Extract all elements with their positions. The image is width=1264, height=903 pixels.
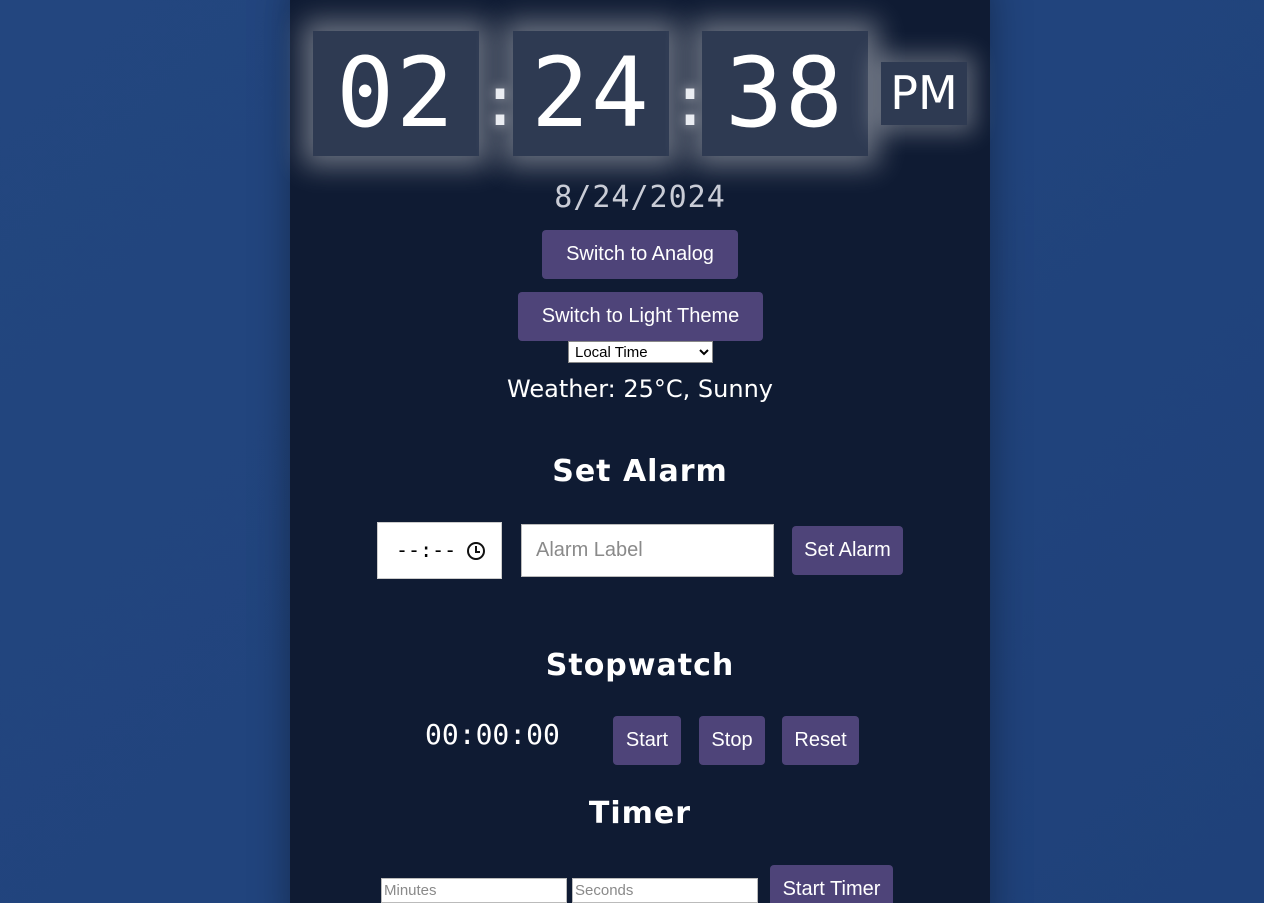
- clock-ampm: PM: [881, 62, 967, 125]
- switch-to-analog-button[interactable]: Switch to Analog: [542, 230, 738, 279]
- clock-seconds: 38: [702, 31, 868, 156]
- clock-hours: 02: [313, 31, 479, 156]
- set-alarm-button[interactable]: Set Alarm: [792, 526, 903, 575]
- start-timer-button[interactable]: Start Timer: [770, 865, 893, 903]
- stopwatch-display: 00:00:00: [425, 718, 560, 751]
- clock-minutes: 24: [513, 31, 669, 156]
- switch-theme-button[interactable]: Switch to Light Theme: [518, 292, 763, 341]
- stopwatch-reset-button[interactable]: Reset: [782, 716, 859, 765]
- timer-minutes-input[interactable]: [381, 878, 567, 903]
- set-alarm-title: Set Alarm: [552, 454, 728, 489]
- current-date: 8/24/2024: [554, 180, 726, 215]
- clock-icon[interactable]: [467, 542, 485, 560]
- clock-separator: :: [479, 60, 522, 142]
- timer-title: Timer: [588, 796, 692, 831]
- timezone-select[interactable]: Local Time: [568, 341, 713, 363]
- timer-seconds-input[interactable]: [572, 878, 758, 903]
- weather-info: Weather: 25°C, Sunny: [507, 375, 773, 403]
- stopwatch-title: Stopwatch: [545, 648, 735, 683]
- stopwatch-start-button[interactable]: Start: [613, 716, 681, 765]
- alarm-time-placeholder: --:--: [396, 538, 457, 562]
- alarm-time-input[interactable]: --:--: [377, 522, 502, 579]
- clock-separator: :: [669, 60, 712, 142]
- stopwatch-stop-button[interactable]: Stop: [699, 716, 765, 765]
- alarm-label-input[interactable]: [521, 524, 774, 577]
